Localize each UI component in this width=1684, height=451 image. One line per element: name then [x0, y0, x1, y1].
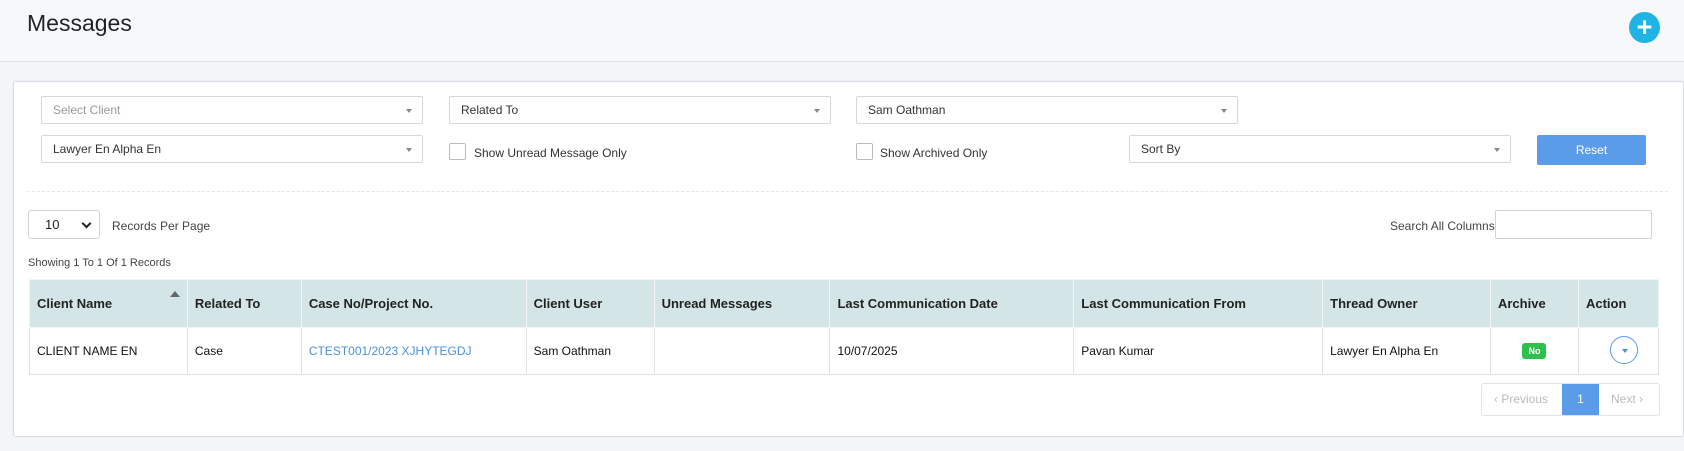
caret-down-icon	[1221, 109, 1227, 113]
reset-button[interactable]: Reset	[1537, 135, 1646, 165]
select-client-placeholder: Select Client	[53, 103, 121, 117]
select-client-dropdown[interactable]: Select Client	[41, 96, 423, 124]
pagination-page-1[interactable]: 1	[1562, 384, 1599, 415]
column-header-client-user[interactable]: Client User	[525, 279, 655, 328]
unread-only-label: Show Unread Message Only	[474, 146, 627, 160]
page-header: Messages +	[0, 0, 1684, 62]
cell-last-communication-from: Pavan Kumar	[1073, 327, 1324, 375]
messages-table: Client Name Related To Case No/Project N…	[29, 279, 1660, 375]
caret-down-icon	[814, 109, 820, 113]
column-header-archive[interactable]: Archive	[1489, 279, 1579, 328]
table-header-row: Client Name Related To Case No/Project N…	[29, 279, 1660, 328]
cell-related-to: Case	[186, 327, 302, 375]
search-label: Search All Columns	[1390, 219, 1495, 233]
caret-down-icon	[1621, 348, 1628, 353]
lawyer-value: Lawyer En Alpha En	[53, 142, 162, 156]
records-per-page-value: 10	[45, 217, 60, 232]
caret-down-icon	[1494, 148, 1500, 152]
chevron-down-icon	[81, 218, 92, 229]
column-header-last-communication-from[interactable]: Last Communication From	[1073, 279, 1324, 328]
related-to-dropdown[interactable]: Related To	[449, 96, 831, 124]
add-message-button[interactable]: +	[1629, 12, 1660, 43]
table-row: CLIENT NAME EN Case CTEST001/2023 XJHYTE…	[29, 327, 1660, 375]
pagination-previous[interactable]: ‹ Previous	[1482, 384, 1562, 415]
filter-divider	[27, 191, 1668, 192]
archived-only-checkbox[interactable]	[856, 143, 873, 160]
caret-down-icon	[406, 109, 412, 113]
page-title: Messages	[27, 10, 132, 36]
user-value: Sam Oathman	[868, 103, 946, 117]
cell-action	[1577, 327, 1660, 375]
cell-thread-owner: Lawyer En Alpha En	[1322, 327, 1491, 375]
column-header-client-name[interactable]: Client Name	[29, 279, 188, 328]
column-header-unread-messages[interactable]: Unread Messages	[653, 279, 831, 328]
archived-only-label: Show Archived Only	[880, 146, 988, 160]
search-all-columns-input[interactable]	[1495, 210, 1652, 239]
column-header-thread-owner[interactable]: Thread Owner	[1322, 279, 1491, 328]
case-no-link[interactable]: CTEST001/2023 XJHYTEGDJ	[309, 344, 472, 358]
messages-panel: Select Client Related To Sam Oathman Law…	[13, 81, 1684, 437]
cell-client-user: Sam Oathman	[525, 327, 655, 375]
cell-client-name: CLIENT NAME EN	[29, 327, 188, 375]
cell-last-communication-date: 10/07/2025	[829, 327, 1075, 375]
sort-by-dropdown[interactable]: Sort By	[1129, 135, 1511, 163]
column-header-case-no[interactable]: Case No/Project No.	[300, 279, 527, 328]
records-per-page-select[interactable]: 10	[28, 210, 100, 239]
unread-only-checkbox[interactable]	[449, 143, 466, 160]
cell-unread-messages	[653, 327, 831, 375]
sort-by-value: Sort By	[1141, 142, 1181, 156]
related-to-value: Related To	[461, 103, 519, 117]
sort-asc-icon	[169, 291, 180, 297]
caret-down-icon	[406, 148, 412, 152]
cell-archive: No	[1489, 327, 1579, 375]
archive-status-badge: No	[1522, 343, 1547, 359]
user-dropdown[interactable]: Sam Oathman	[856, 96, 1238, 124]
lawyer-dropdown[interactable]: Lawyer En Alpha En	[41, 135, 423, 163]
pagination: ‹ Previous 1 Next ›	[1481, 383, 1660, 416]
records-summary: Showing 1 To 1 Of 1 Records	[28, 257, 171, 269]
column-header-action: Action	[1577, 279, 1660, 328]
pagination-next[interactable]: Next ›	[1599, 384, 1659, 415]
plus-icon: +	[1636, 12, 1653, 42]
column-header-last-communication-date[interactable]: Last Communication Date	[829, 279, 1075, 328]
cell-case-no: CTEST001/2023 XJHYTEGDJ	[300, 327, 527, 375]
column-header-related-to[interactable]: Related To	[186, 279, 302, 328]
row-action-dropdown-button[interactable]	[1609, 335, 1638, 364]
records-per-page-label: Records Per Page	[112, 219, 211, 233]
